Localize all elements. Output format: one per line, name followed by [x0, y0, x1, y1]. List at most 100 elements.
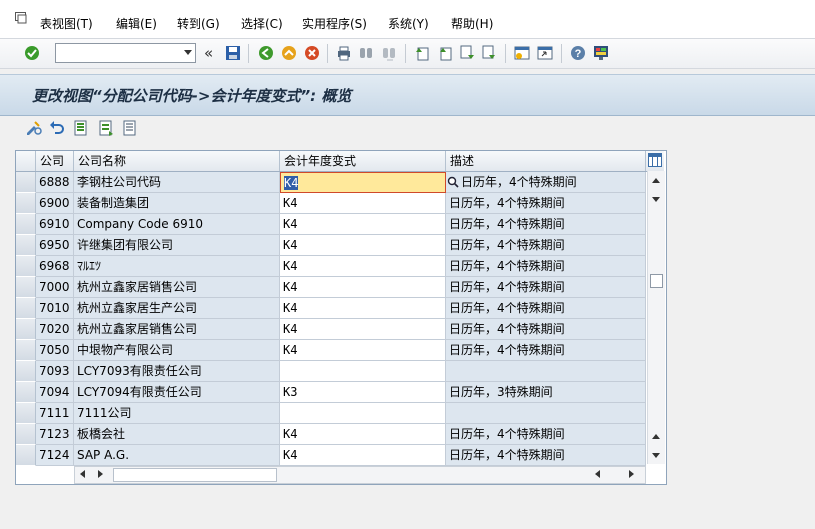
column-header-company[interactable]: 公司 — [36, 151, 74, 171]
display-change-icon[interactable] — [25, 119, 43, 137]
page-title: 更改视图“分配公司代码->会计年度变式”: 概览 — [32, 87, 352, 105]
row-selector[interactable] — [16, 361, 36, 382]
back-icon[interactable] — [258, 45, 274, 61]
fiscal-year-variant-input[interactable]: K4 — [280, 172, 446, 193]
table-row: 7094 LCY7094有限责任公司 K3 日历年，3特殊期间 — [16, 382, 646, 403]
first-page-icon[interactable] — [414, 45, 430, 61]
row-selector[interactable] — [16, 403, 36, 424]
menu-bar: 表视图(T) 编辑(E) 转到(G) 选择(C) 实用程序(S) 系统(Y) 帮… — [0, 0, 815, 39]
fiscal-year-variant-input[interactable]: K3 — [280, 382, 446, 403]
shortcut-icon[interactable] — [537, 45, 553, 61]
fiscal-year-variant-input[interactable] — [280, 361, 446, 382]
deselect-all-icon[interactable] — [121, 119, 139, 137]
row-selector[interactable] — [16, 214, 36, 235]
scroll-right-end-icon[interactable] — [629, 470, 634, 478]
table-control: 公司 公司名称 会计年度变式 描述 6888 李钢柱公司代码 K4 日历年，4个特殊期… — [15, 150, 667, 485]
new-session-icon[interactable] — [514, 45, 530, 61]
horizontal-scroll-thumb[interactable] — [113, 468, 277, 482]
print-icon[interactable] — [336, 45, 352, 61]
menu-table-view[interactable]: 表视图(T) — [40, 15, 93, 32]
fiscal-year-variant-input[interactable]: K4 — [280, 277, 446, 298]
row-selector[interactable] — [16, 424, 36, 445]
fiscal-year-variant-input[interactable]: K4 — [280, 298, 446, 319]
scroll-up-end-icon[interactable] — [652, 434, 660, 439]
menu-system[interactable]: 系统(Y) — [388, 15, 429, 32]
previous-page-icon[interactable] — [437, 45, 453, 61]
column-header-company-name[interactable]: 公司名称 — [74, 151, 280, 171]
exit-icon[interactable] — [281, 45, 297, 61]
column-header-description[interactable]: 描述 — [446, 151, 646, 171]
company-name-cell: 装备制造集团 — [74, 193, 280, 214]
scroll-thumb[interactable] — [650, 274, 663, 288]
scroll-down-end-icon[interactable] — [652, 453, 660, 458]
menu-select[interactable]: 选择(C) — [241, 15, 283, 32]
company-name-cell-text: 许继集团有限公司 — [77, 238, 174, 252]
cancel-icon[interactable] — [304, 45, 320, 61]
description-cell: 日历年，4个特殊期间 — [446, 277, 646, 298]
horizontal-scrollbar[interactable] — [74, 466, 646, 484]
scroll-up-icon[interactable] — [652, 178, 660, 183]
table-settings-icon[interactable] — [648, 153, 662, 167]
row-selector[interactable] — [16, 382, 36, 403]
company-code-cell-text: 7010 — [39, 301, 70, 315]
fiscal-year-variant-input-text: K4 — [283, 343, 298, 357]
fiscal-year-variant-input-text: K4 — [284, 176, 299, 190]
customize-layout-icon[interactable] — [593, 45, 609, 61]
menu-help[interactable]: 帮助(H) — [451, 15, 493, 32]
scroll-right-icon[interactable] — [98, 470, 103, 478]
fiscal-year-variant-input[interactable]: K4 — [280, 319, 446, 340]
select-all-rows-button[interactable] — [16, 151, 36, 171]
company-code-cell-text: 7050 — [39, 343, 70, 357]
command-field[interactable] — [55, 43, 196, 63]
table-row: 7050 中垠物产有限公司 K4 日历年，4个特殊期间 — [16, 340, 646, 361]
undo-icon[interactable] — [48, 119, 66, 137]
company-code-cell-text: 7124 — [39, 448, 70, 462]
select-block-icon[interactable] — [97, 119, 115, 137]
fiscal-year-variant-input-text: K4 — [283, 280, 298, 294]
last-page-icon[interactable] — [481, 45, 497, 61]
fiscal-year-variant-input[interactable]: K4 — [280, 235, 446, 256]
row-selector[interactable] — [16, 235, 36, 256]
row-selector[interactable] — [16, 256, 36, 277]
enter-icon[interactable] — [24, 45, 40, 61]
description-cell-text: 日历年，4个特殊期间 — [449, 301, 565, 315]
row-selector[interactable] — [16, 172, 36, 193]
collapse-icon[interactable]: « — [204, 44, 213, 62]
scroll-left-icon[interactable] — [80, 470, 85, 478]
menu-goto[interactable]: 转到(G) — [177, 15, 220, 32]
menu-edit[interactable]: 编辑(E) — [116, 15, 157, 32]
fiscal-year-variant-input[interactable]: K4 — [280, 193, 446, 214]
save-icon[interactable] — [225, 45, 241, 61]
find-icon[interactable] — [358, 45, 374, 61]
help-icon[interactable]: ? — [570, 45, 586, 61]
system-menu-icon[interactable] — [15, 12, 29, 24]
fiscal-year-variant-input[interactable]: K4 — [280, 256, 446, 277]
description-cell-text: 日历年，4个特殊期间 — [449, 238, 565, 252]
next-page-icon[interactable] — [459, 45, 475, 61]
scroll-down-icon[interactable] — [652, 197, 660, 202]
column-header-fiscal-year-variant[interactable]: 会计年度变式 — [280, 151, 446, 171]
menu-utilities[interactable]: 实用程序(S) — [302, 15, 367, 32]
row-selector[interactable] — [16, 193, 36, 214]
value-help-icon[interactable] — [447, 176, 459, 188]
description-cell: 日历年，4个特殊期间 — [446, 340, 646, 361]
fiscal-year-variant-input[interactable]: K4 — [280, 424, 446, 445]
fiscal-year-variant-input[interactable]: K4 — [280, 340, 446, 361]
company-code-cell: 6950 — [36, 235, 74, 256]
row-selector[interactable] — [16, 445, 36, 466]
scroll-left-end-icon[interactable] — [595, 470, 600, 478]
chevron-down-icon[interactable] — [184, 50, 192, 55]
find-next-icon[interactable] — [381, 45, 397, 61]
fiscal-year-variant-input[interactable]: K4 — [280, 445, 446, 466]
fiscal-year-variant-input[interactable]: K4 — [280, 214, 446, 235]
company-code-cell-text: 6950 — [39, 238, 70, 252]
vertical-scrollbar[interactable] — [647, 171, 665, 464]
row-selector[interactable] — [16, 319, 36, 340]
description-cell-text: 日历年，4个特殊期间 — [449, 196, 565, 210]
row-selector[interactable] — [16, 298, 36, 319]
fiscal-year-variant-input[interactable] — [280, 403, 446, 424]
row-selector[interactable] — [16, 277, 36, 298]
row-selector[interactable] — [16, 340, 36, 361]
company-name-cell: 板橋会社 — [74, 424, 280, 445]
select-all-icon[interactable] — [72, 119, 90, 137]
